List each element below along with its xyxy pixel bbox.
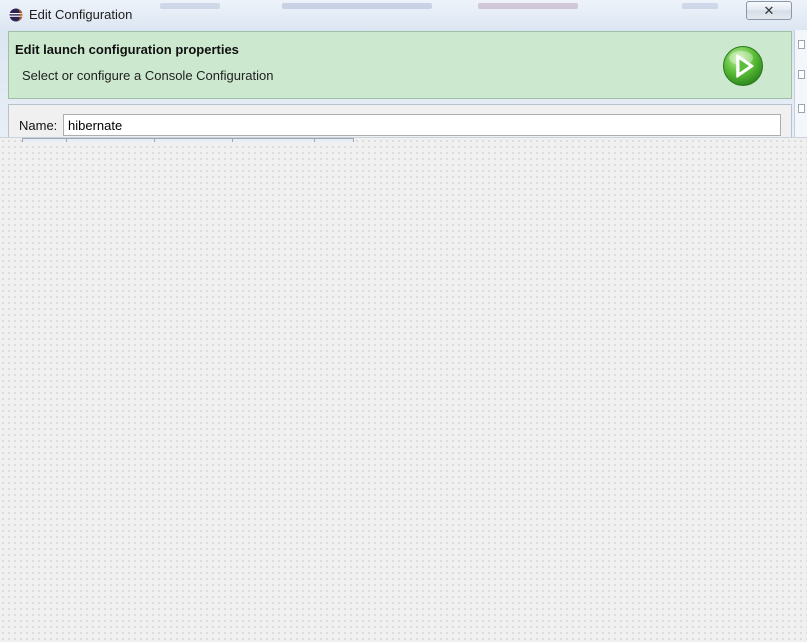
dialog-window: Edit Configuration ✕ Edit launch configu… (0, 0, 807, 138)
tab-stub[interactable] (314, 138, 354, 142)
config-panel: Name: (8, 104, 792, 137)
background-artifact (682, 3, 718, 9)
tab-stub[interactable] (232, 138, 316, 142)
close-button[interactable]: ✕ (746, 1, 792, 20)
window-title: Edit Configuration (29, 7, 133, 22)
header-banner: Edit launch configuration properties Sel… (8, 31, 792, 99)
tab-stub[interactable] (154, 138, 234, 142)
run-icon (723, 46, 763, 86)
side-marker (798, 70, 805, 79)
name-label: Name: (19, 118, 58, 133)
background-artifact (478, 3, 578, 9)
background-artifact (160, 3, 220, 9)
background-artifact (282, 3, 432, 9)
side-marker (798, 40, 805, 49)
side-marker (798, 104, 805, 113)
banner-title: Edit launch configuration properties (15, 42, 239, 57)
name-input[interactable] (63, 114, 781, 136)
close-icon: ✕ (763, 3, 775, 18)
tab-stub[interactable] (22, 138, 68, 142)
title-bar: Edit Configuration ✕ (0, 0, 807, 30)
tab-stub[interactable] (66, 138, 156, 142)
side-scrollbar (794, 30, 807, 137)
banner-subtitle: Select or configure a Console Configurat… (22, 68, 274, 83)
eclipse-icon (9, 8, 23, 22)
